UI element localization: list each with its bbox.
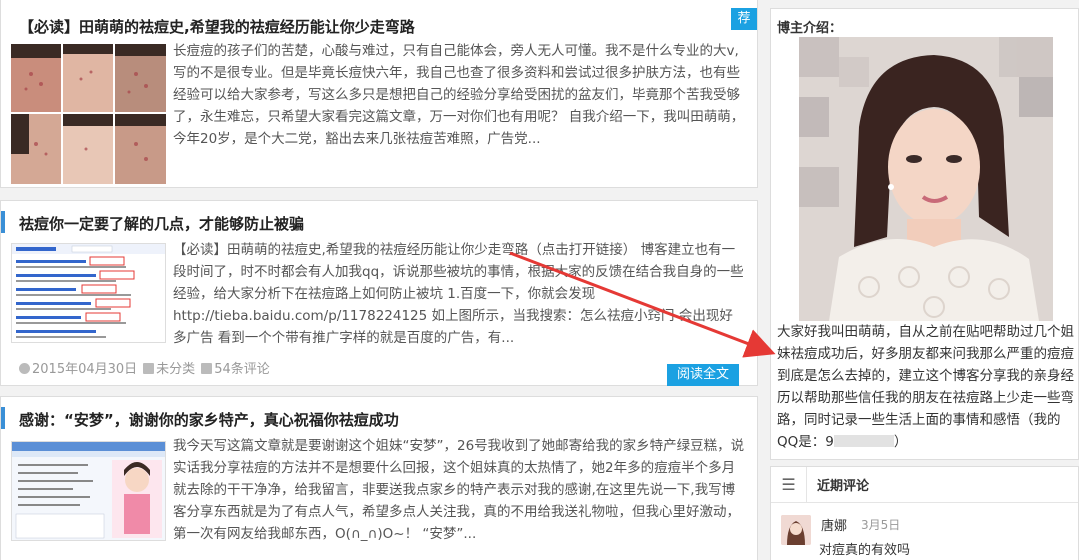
grid-icon: [143, 363, 155, 374]
read-more-button[interactable]: 阅读全文: [667, 364, 739, 386]
about-widget: 博主介绍： 大家好我叫田萌萌，自从之前在贴吧帮助过几个姐妹祛痘成功后，好多朋友都…: [770, 8, 1079, 460]
post-thumbnail[interactable]: [11, 243, 166, 343]
clock-icon: [19, 363, 30, 374]
comments-meta[interactable]: 54条评论: [201, 358, 270, 377]
about-text-body: 大家好我叫田萌萌，自从之前在贴吧帮助过几个姐妹祛痘成功后，好多朋友都来问我那么严…: [777, 324, 1074, 450]
post-excerpt: 我今天写这篇文章就是要谢谢这个姐妹“安梦”，26号我收到了她邮寄给我的家乡特产绿…: [173, 438, 745, 542]
post-meta: 2015年04月30日 未分类 54条评论: [19, 358, 270, 377]
post-title-link[interactable]: 感谢：“安梦”，谢谢你的家乡特产，真心祝福你祛痘成功: [19, 409, 399, 430]
post-title-link[interactable]: 祛痘你一定要了解的几点，才能够防止被骗: [19, 213, 304, 234]
post-card: 感谢：“安梦”，谢谢你的家乡特产，真心祝福你祛痘成功 我今天写这篇文章就是要谢谢…: [0, 396, 758, 560]
post-thumbnail[interactable]: [11, 441, 166, 541]
post-category[interactable]: 未分类: [156, 362, 195, 377]
comment-author[interactable]: 唐娜: [821, 515, 847, 534]
comment-body[interactable]: 对痘真的有效吗: [819, 539, 910, 558]
recent-comments-title: 近期评论: [817, 479, 870, 494]
post-excerpt: 长痘痘的孩子们的苦楚，心酸与难过，只有自己能体会，旁人无人可懂。我不是什么专业的…: [173, 43, 745, 147]
blogger-photo: [799, 37, 1053, 321]
about-description: 大家好我叫田萌萌，自从之前在贴吧帮助过几个姐妹祛痘成功后，好多朋友都来问我那么严…: [777, 321, 1077, 453]
comment-date: 3月5日: [861, 518, 901, 532]
post-title-link[interactable]: 【必读】田萌萌的祛痘史,希望我的祛痘经历能让你少走弯路: [19, 16, 415, 37]
post-date: 2015年04月30日: [32, 362, 138, 377]
title-accent-bar: [1, 407, 5, 429]
title-accent-bar: [1, 211, 5, 233]
category-meta[interactable]: 未分类: [143, 358, 195, 377]
post-comments-count[interactable]: 54条评论: [214, 362, 270, 377]
list-icon: ☰: [771, 466, 807, 503]
recent-comments-widget: ☰ 近期评论 唐娜 3月5日 对痘真的有效吗: [770, 466, 1079, 560]
qq-number-blurred: [833, 435, 894, 447]
recommend-badge: 荐: [731, 8, 757, 30]
avatar: [781, 515, 811, 545]
post-thumbnail[interactable]: [11, 44, 166, 184]
comment-icon: [201, 363, 213, 374]
recent-comments-header: ☰ 近期评论: [771, 466, 1078, 503]
date-meta: 2015年04月30日: [19, 358, 137, 377]
post-excerpt: 【必读】田萌萌的祛痘史,希望我的祛痘经历能让你少走弯路（点击打开链接） 博客建立…: [173, 242, 744, 346]
post-card: 【必读】田萌萌的祛痘史,希望我的祛痘经历能让你少走弯路 荐 长痘痘的孩子们的苦楚…: [0, 0, 758, 188]
about-title: 博主介绍：: [777, 21, 843, 36]
about-text-end: ）: [893, 434, 908, 450]
post-card: 祛痘你一定要了解的几点，才能够防止被骗 【必读】田萌萌的祛痘史,希望我的祛痘经历…: [0, 200, 758, 386]
